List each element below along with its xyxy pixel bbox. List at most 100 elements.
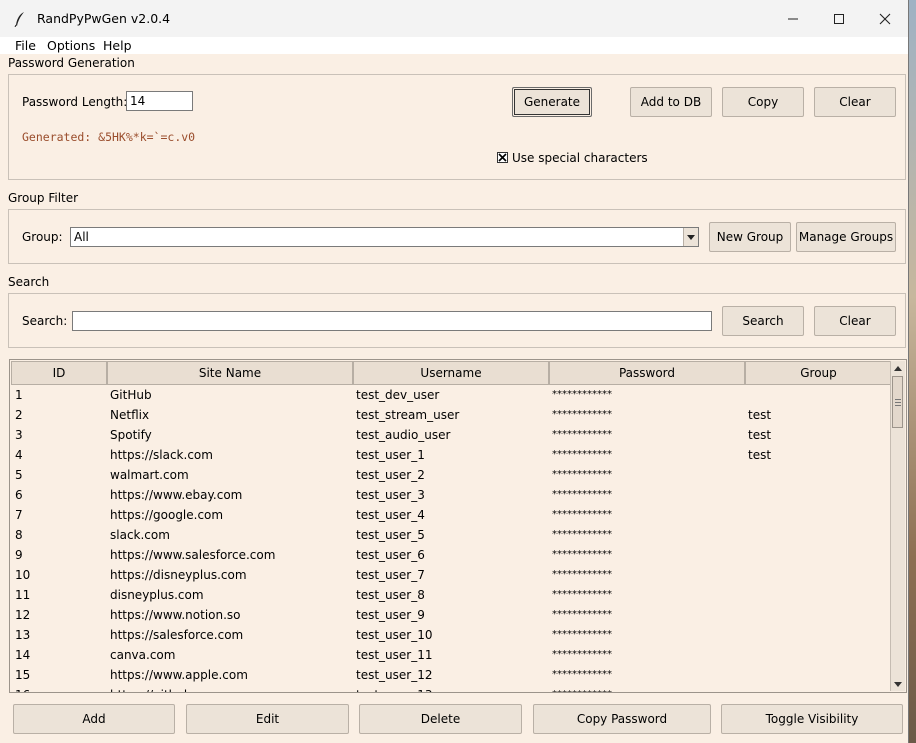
cell-site-name: https://google.com (110, 508, 224, 522)
password-length-input[interactable]: 14 (126, 91, 193, 111)
cell-password: ************ (552, 529, 612, 540)
window-title: RandPyPwGen v2.0.4 (37, 11, 171, 26)
cell-username: test_user_13 (356, 688, 433, 692)
menu-file[interactable]: File (15, 38, 36, 53)
cell-password: ************ (552, 489, 612, 500)
chevron-down-icon (687, 234, 695, 240)
generate-button[interactable]: Generate (512, 87, 592, 117)
cell-username: test_user_9 (356, 608, 425, 622)
table-row[interactable]: 12 https://www.notion.so test_user_9 ******… (11, 605, 891, 625)
passwords-table: ID Site Name Username Password Group 1 Gi… (9, 359, 907, 693)
cell-username: test_user_12 (356, 668, 433, 682)
cell-username: test_user_7 (356, 568, 425, 582)
scroll-down-button[interactable] (891, 677, 905, 691)
special-characters-checkbox[interactable] (497, 152, 508, 163)
cell-username: test_user_4 (356, 508, 425, 522)
cell-username: test_user_2 (356, 468, 425, 482)
cell-id: 6 (15, 488, 23, 502)
cell-username: test_audio_user (356, 428, 451, 442)
cell-password: ************ (552, 509, 612, 520)
scroll-thumb[interactable] (892, 376, 903, 428)
cell-id: 14 (15, 648, 31, 662)
table-body: 1 GitHub test_dev_user ************ 2 Netflix… (11, 385, 891, 692)
menu-bar: File Options Help (0, 37, 908, 54)
cell-password: ************ (552, 549, 612, 560)
cell-password: ************ (552, 389, 612, 400)
cell-group: test (748, 408, 772, 422)
title-bar: RandPyPwGen v2.0.4 (0, 0, 908, 38)
column-header-id[interactable]: ID (11, 361, 107, 385)
table-row[interactable]: 1 GitHub test_dev_user ************ (11, 385, 891, 405)
cell-password: ************ (552, 669, 612, 680)
checkmark-icon (498, 153, 507, 162)
add-to-db-button[interactable]: Add to DB (630, 87, 712, 117)
cell-id: 2 (15, 408, 23, 422)
table-row[interactable]: 13 https://salesforce.com test_user_10 ****… (11, 625, 891, 645)
table-row[interactable]: 5 walmart.com test_user_2 ************ (11, 465, 891, 485)
password-length-label: Password Length: (22, 95, 128, 109)
cell-site-name: slack.com (110, 528, 170, 542)
cell-site-name: Spotify (110, 428, 152, 442)
new-group-button[interactable]: New Group (709, 222, 791, 252)
table-row[interactable]: 4 https://slack.com test_user_1 ***********… (11, 445, 891, 465)
cell-site-name: Netflix (110, 408, 150, 422)
table-row[interactable]: 14 canva.com test_user_11 ************ (11, 645, 891, 665)
minimize-button[interactable] (770, 0, 816, 37)
app-window: RandPyPwGen v2.0.4 File Options Help Pas… (0, 0, 909, 743)
close-icon (879, 13, 891, 24)
chevron-up-icon (894, 365, 902, 371)
table-row[interactable]: 15 https://www.apple.com test_user_12 *****… (11, 665, 891, 685)
cell-password: ************ (552, 629, 612, 640)
column-header-group[interactable]: Group (745, 361, 892, 385)
cell-id: 13 (15, 628, 31, 642)
cell-id: 15 (15, 668, 31, 682)
search-input[interactable] (72, 311, 712, 331)
table-row[interactable]: 10 https://disneyplus.com test_user_7 *****… (11, 565, 891, 585)
scroll-up-button[interactable] (891, 361, 905, 375)
vertical-scrollbar[interactable] (890, 361, 905, 691)
column-header-site-name[interactable]: Site Name (107, 361, 353, 385)
clear-search-button[interactable]: Clear (814, 306, 896, 336)
copy-password-button[interactable]: Copy Password (533, 704, 711, 734)
search-button[interactable]: Search (722, 306, 804, 336)
table-row[interactable]: 2 Netflix test_stream_user ************ test (11, 405, 891, 425)
clear-generated-button[interactable]: Clear (814, 87, 896, 117)
cell-username: test_dev_user (356, 388, 440, 402)
edit-button[interactable]: Edit (186, 704, 349, 734)
cell-id: 1 (15, 388, 23, 402)
cell-username: test_user_5 (356, 528, 425, 542)
column-header-username[interactable]: Username (353, 361, 549, 385)
minimize-icon (788, 18, 798, 19)
delete-button[interactable]: Delete (359, 704, 522, 734)
cell-password: ************ (552, 409, 612, 420)
table-row[interactable]: 8 slack.com test_user_5 ************ (11, 525, 891, 545)
table-row[interactable]: 7 https://google.com test_user_4 **********… (11, 505, 891, 525)
special-characters-label[interactable]: Use special characters (512, 151, 648, 165)
cell-site-name: https://www.ebay.com (110, 488, 243, 502)
menu-help[interactable]: Help (103, 38, 132, 53)
copy-button[interactable]: Copy (722, 87, 804, 117)
cell-site-name: https://disneyplus.com (110, 568, 247, 582)
menu-options[interactable]: Options (47, 38, 95, 53)
group-select[interactable]: All (70, 227, 699, 247)
column-header-password[interactable]: Password (549, 361, 745, 385)
cell-id: 9 (15, 548, 23, 562)
table-row[interactable]: 9 https://www.salesforce.com test_user_6 **… (11, 545, 891, 565)
table-row[interactable]: 6 https://www.ebay.com test_user_3 ********… (11, 485, 891, 505)
dropdown-arrow[interactable] (683, 228, 698, 246)
table-row[interactable]: 16 https://github.com test_user_13 ********… (11, 685, 891, 692)
maximize-button[interactable] (816, 0, 862, 37)
cell-username: test_user_10 (356, 628, 433, 642)
close-button[interactable] (862, 0, 908, 37)
add-button[interactable]: Add (13, 704, 175, 734)
table-row[interactable]: 11 disneyplus.com test_user_8 ************ (11, 585, 891, 605)
chevron-down-icon (894, 681, 902, 687)
toggle-visibility-button[interactable]: Toggle Visibility (721, 704, 903, 734)
manage-groups-button[interactable]: Manage Groups (796, 222, 896, 252)
cell-id: 5 (15, 468, 23, 482)
cell-username: test_user_3 (356, 488, 425, 502)
cell-password: ************ (552, 569, 612, 580)
table-row[interactable]: 3 Spotify test_audio_user ************ test (11, 425, 891, 445)
cell-password: ************ (552, 469, 612, 480)
cell-id: 12 (15, 608, 31, 622)
